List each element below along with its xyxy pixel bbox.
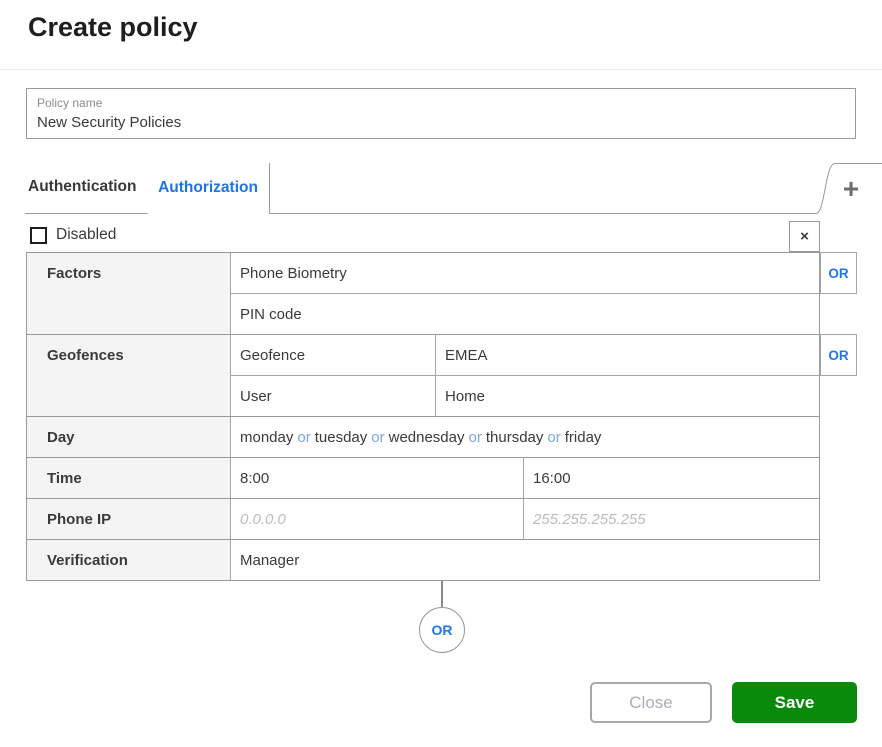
day-or-joiner: or bbox=[547, 428, 561, 446]
factor-value-cell[interactable]: PIN code bbox=[231, 294, 819, 334]
day-item[interactable]: monday bbox=[240, 429, 293, 446]
or-connector-button[interactable]: OR bbox=[419, 607, 465, 653]
rule-row: Manager bbox=[231, 540, 819, 580]
tab-bar: Authentication Authorization + bbox=[0, 160, 882, 216]
rule-group-factors: Factors Phone Biometry OR PIN code bbox=[26, 252, 857, 335]
day-value-cell[interactable]: monday or tuesday or wednesday or thursd… bbox=[231, 417, 819, 457]
rules-table: Factors Phone Biometry OR PIN code Geofe… bbox=[26, 252, 857, 581]
policy-name-label: Policy name bbox=[37, 96, 103, 110]
phone-ip-to-input[interactable] bbox=[524, 499, 819, 539]
remove-rule-set-button[interactable]: × bbox=[789, 221, 820, 252]
rule-group-time: Time 8:00 16:00 bbox=[26, 457, 820, 499]
day-or-joiner: or bbox=[297, 428, 311, 446]
time-to-cell[interactable]: 16:00 bbox=[524, 458, 819, 498]
rule-row: Phone Biometry OR bbox=[231, 252, 857, 294]
rule-row: PIN code bbox=[231, 293, 819, 334]
geofence-type-cell[interactable]: Geofence bbox=[231, 335, 436, 375]
add-tab-button[interactable]: + bbox=[830, 168, 872, 210]
rule-row: Geofence EMEA OR bbox=[231, 334, 857, 376]
rule-row bbox=[231, 499, 819, 539]
close-button[interactable]: Close bbox=[590, 682, 712, 723]
day-item[interactable]: tuesday bbox=[315, 429, 368, 446]
rule-row: monday or tuesday or wednesday or thursd… bbox=[231, 417, 819, 457]
tab-authentication[interactable]: Authentication bbox=[28, 160, 137, 213]
rule-label-day: Day bbox=[27, 417, 231, 457]
policy-name-field[interactable]: Policy name New Security Policies bbox=[26, 88, 856, 139]
time-from-cell[interactable]: 8:00 bbox=[231, 458, 524, 498]
geofence-value-cell[interactable]: Home bbox=[436, 376, 819, 416]
day-or-joiner: or bbox=[371, 428, 385, 446]
day-item[interactable]: wednesday bbox=[389, 429, 465, 446]
rule-label-time: Time bbox=[27, 458, 231, 498]
save-button[interactable]: Save bbox=[732, 682, 857, 723]
disabled-checkbox[interactable] bbox=[30, 227, 47, 244]
rule-label-geofences: Geofences bbox=[27, 335, 231, 416]
close-icon: × bbox=[800, 228, 809, 245]
rule-group-phone-ip: Phone IP bbox=[26, 498, 820, 540]
header-divider bbox=[0, 69, 882, 70]
or-operator-badge[interactable]: OR bbox=[820, 334, 857, 376]
day-item[interactable]: friday bbox=[565, 429, 602, 446]
rule-group-verification: Verification Manager bbox=[26, 539, 820, 581]
policy-name-value[interactable]: New Security Policies bbox=[37, 114, 845, 131]
factor-value-cell[interactable]: Phone Biometry bbox=[231, 253, 819, 293]
day-item[interactable]: thursday bbox=[486, 429, 544, 446]
disabled-checkbox-label: Disabled bbox=[56, 226, 117, 243]
page-title: Create policy bbox=[28, 12, 198, 42]
rule-row: User Home bbox=[231, 375, 819, 416]
create-policy-dialog: Create policy Policy name New Security P… bbox=[0, 0, 882, 747]
day-or-joiner: or bbox=[468, 428, 482, 446]
phone-ip-from-input[interactable] bbox=[231, 499, 523, 539]
tab-authorization[interactable]: Authorization bbox=[147, 163, 269, 213]
rule-label-verification: Verification bbox=[27, 540, 231, 580]
plus-icon: + bbox=[842, 173, 860, 204]
verification-value-cell[interactable]: Manager bbox=[231, 540, 819, 580]
rule-group-geofences: Geofences Geofence EMEA OR User Home bbox=[26, 334, 857, 417]
rule-group-day: Day monday or tuesday or wednesday or th… bbox=[26, 416, 820, 458]
geofence-type-cell[interactable]: User bbox=[231, 376, 436, 416]
or-operator-badge[interactable]: OR bbox=[820, 252, 857, 294]
geofence-value-cell[interactable]: EMEA bbox=[436, 335, 819, 375]
or-connector-line bbox=[441, 581, 443, 608]
rule-row: 8:00 16:00 bbox=[231, 458, 819, 498]
rule-label-factors: Factors bbox=[27, 253, 231, 334]
rule-label-phone-ip: Phone IP bbox=[27, 499, 231, 539]
